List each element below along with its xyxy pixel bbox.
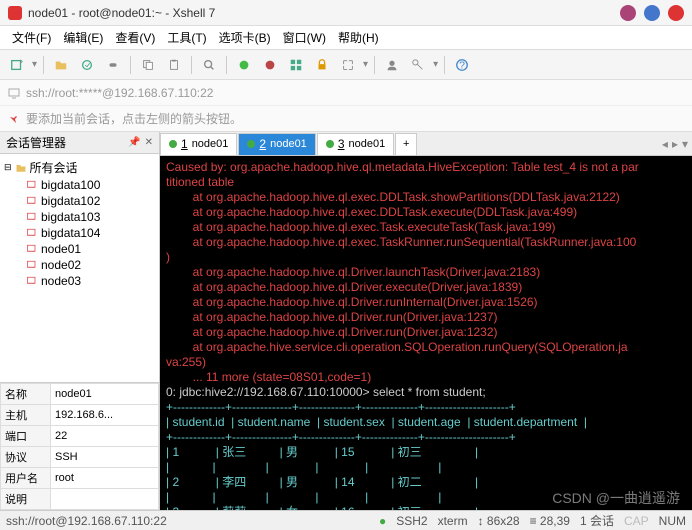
status-connection: ssh://root@192.168.67.110:22 [6, 514, 167, 528]
menu-file[interactable]: 文件(F) [6, 27, 57, 48]
lock-icon[interactable] [311, 54, 333, 76]
status-sess: 1 会话 [580, 512, 614, 529]
profile-icon[interactable] [381, 54, 403, 76]
minimize-icon[interactable] [620, 5, 636, 21]
session-item[interactable]: node03 [4, 273, 155, 289]
panel-header: 会话管理器 📌 ✕ [0, 132, 159, 154]
maximize-icon[interactable] [644, 5, 660, 21]
prop-value: root [51, 468, 159, 489]
tab-node01[interactable]: 1 node01 [160, 133, 237, 155]
add-tab-button[interactable]: + [395, 133, 417, 155]
address-bar: ssh://root:*****@192.168.67.110:22 [0, 80, 692, 106]
status-size: ↕ 86x28 [478, 514, 520, 528]
prop-value [51, 489, 159, 510]
search-icon[interactable] [198, 54, 220, 76]
prop-value: 22 [51, 426, 159, 447]
tab-bar: 1 node012 node013 node01 + ◂ ▸ ▾ [160, 132, 692, 156]
status-dot-icon [326, 140, 334, 148]
open-icon[interactable] [50, 54, 72, 76]
grid-icon[interactable] [285, 54, 307, 76]
title-bar: node01 - root@node01:~ - Xshell 7 [0, 0, 692, 26]
disconnect-icon[interactable] [102, 54, 124, 76]
close-icon[interactable] [668, 5, 684, 21]
session-item[interactable]: bigdata103 [4, 209, 155, 225]
app-icon [8, 6, 22, 20]
tab-nav: ◂ ▸ ▾ [658, 137, 692, 151]
session-item[interactable]: bigdata102 [4, 193, 155, 209]
tree-root-label: 所有会话 [30, 159, 78, 176]
copy-icon[interactable] [137, 54, 159, 76]
expand-icon[interactable] [337, 54, 359, 76]
new-session-icon[interactable] [6, 54, 28, 76]
status-dot-icon [169, 140, 177, 148]
help-icon[interactable]: ? [451, 54, 473, 76]
prop-key: 主机 [1, 405, 51, 426]
sidebar: 会话管理器 📌 ✕ ⊟ 所有会话 bigdata100bigdata102big… [0, 132, 160, 510]
hint-bar: 要添加当前会话，点击左侧的箭头按钮。 [0, 106, 692, 132]
prop-key: 名称 [1, 384, 51, 405]
prop-key: 协议 [1, 447, 51, 468]
panel-title: 会话管理器 [6, 134, 124, 151]
session-item[interactable]: bigdata104 [4, 225, 155, 241]
session-item[interactable]: bigdata100 [4, 177, 155, 193]
tab-node01[interactable]: 3 node01 [317, 133, 394, 155]
menu-tools[interactable]: 工具(T) [161, 27, 212, 48]
status-cap: CAP [624, 514, 649, 528]
color2-icon[interactable] [259, 54, 281, 76]
dropdown-icon[interactable]: ▾ [32, 59, 37, 70]
tree-root[interactable]: ⊟ 所有会话 [4, 158, 155, 177]
status-pos: ≡ 28,39 [530, 514, 570, 528]
pin-icon[interactable]: 📌 [128, 137, 140, 148]
tab-prev-icon[interactable]: ◂ [662, 137, 668, 151]
prop-key: 说明 [1, 489, 51, 510]
hint-text: 要添加当前会话，点击左侧的箭头按钮。 [26, 110, 242, 127]
keys-icon[interactable] [407, 54, 429, 76]
prop-value: 192.168.6... [51, 405, 159, 426]
menu-view[interactable]: 查看(V) [109, 27, 161, 48]
toolbar: ▾ ▾ ▾ ? [0, 50, 692, 80]
address-text[interactable]: ssh://root:*****@192.168.67.110:22 [26, 86, 213, 100]
status-dot-icon [247, 140, 255, 148]
connect-icon[interactable] [76, 54, 98, 76]
color1-icon[interactable] [233, 54, 255, 76]
session-item[interactable]: node02 [4, 257, 155, 273]
status-bar: ssh://root@192.168.67.110:22 ●SSH2 xterm… [0, 510, 692, 530]
session-item[interactable]: node01 [4, 241, 155, 257]
session-tree[interactable]: ⊟ 所有会话 bigdata100bigdata102bigdata103big… [0, 154, 159, 382]
menu-help[interactable]: 帮助(H) [332, 27, 385, 48]
prop-value: SSH [51, 447, 159, 468]
pin-icon[interactable] [8, 113, 20, 125]
menu-window[interactable]: 窗口(W) [277, 27, 332, 48]
main-area: 会话管理器 📌 ✕ ⊟ 所有会话 bigdata100bigdata102big… [0, 132, 692, 510]
window-title: node01 - root@node01:~ - Xshell 7 [28, 6, 612, 20]
tab-node01[interactable]: 2 node01 [238, 133, 315, 155]
status-num: NUM [659, 514, 686, 528]
menu-edit[interactable]: 编辑(E) [57, 27, 109, 48]
status-term: xterm [438, 514, 468, 528]
tab-next-icon[interactable]: ▸ [672, 137, 678, 151]
prop-value: node01 [51, 384, 159, 405]
dropdown-icon[interactable]: ▾ [433, 59, 438, 70]
close-panel-icon[interactable]: ✕ [145, 137, 153, 148]
paste-icon[interactable] [163, 54, 185, 76]
dropdown-icon[interactable]: ▾ [363, 59, 368, 70]
content-area: 1 node012 node013 node01 + ◂ ▸ ▾ Caused … [160, 132, 692, 510]
menu-tabs[interactable]: 选项卡(B) [213, 27, 277, 48]
menu-bar: 文件(F) 编辑(E) 查看(V) 工具(T) 选项卡(B) 窗口(W) 帮助(… [0, 26, 692, 50]
terminal-output[interactable]: Caused by: org.apache.hadoop.hive.ql.met… [160, 156, 692, 510]
host-icon [8, 87, 20, 99]
tab-list-icon[interactable]: ▾ [682, 137, 688, 151]
properties-panel: 名称node01主机192.168.6...端口22协议SSH用户名root说明 [0, 382, 159, 510]
status-ssh: SSH2 [396, 514, 427, 528]
prop-key: 端口 [1, 426, 51, 447]
svg-text:?: ? [459, 59, 465, 71]
prop-key: 用户名 [1, 468, 51, 489]
